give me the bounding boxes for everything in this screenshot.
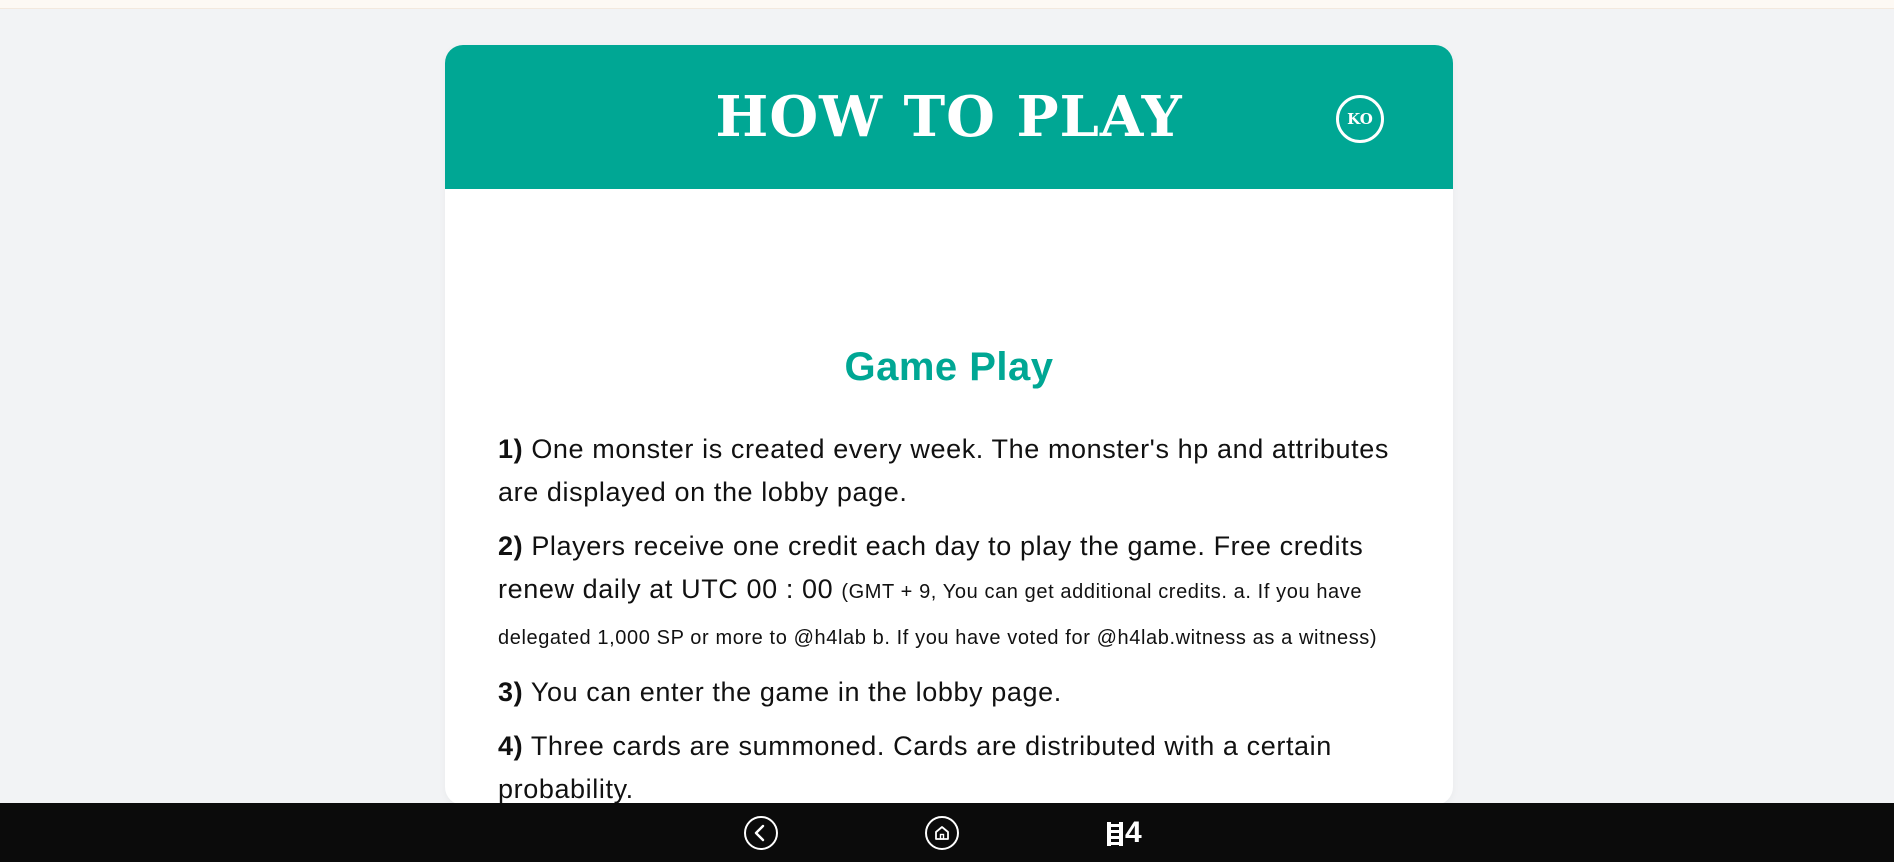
rule-item: 2) Players receive one credit each day t… — [498, 525, 1398, 660]
rule-text: Three cards are summoned. Cards are dist… — [498, 731, 1332, 804]
rule-item: 4) Three cards are summoned. Cards are d… — [498, 725, 1398, 805]
rules-list: 1) One monster is created every week. Th… — [498, 428, 1398, 805]
ladder-icon — [1107, 822, 1123, 847]
page-title: HOW TO PLAY — [715, 84, 1183, 150]
brand-logo[interactable]: 4 — [1105, 815, 1142, 851]
how-to-play-card: HOW TO PLAY KO Game Play 1) One monster … — [445, 45, 1453, 805]
rule-number: 1) — [498, 434, 524, 464]
rule-number: 4) — [498, 731, 524, 761]
card-header: HOW TO PLAY KO — [445, 45, 1453, 189]
rule-item: 3) You can enter the game in the lobby p… — [498, 671, 1398, 714]
rule-text: One monster is created every week. The m… — [498, 434, 1389, 507]
back-button[interactable] — [744, 816, 778, 850]
section-title: Game Play — [844, 345, 1054, 389]
home-icon — [935, 826, 949, 840]
top-strip — [0, 0, 1894, 9]
bottom-navigation-bar: 4 — [0, 803, 1894, 862]
rule-number: 3) — [498, 677, 524, 707]
home-button[interactable] — [925, 816, 959, 850]
rule-text: You can enter the game in the lobby page… — [530, 677, 1062, 707]
brand-logo-text: 4 — [1125, 816, 1142, 849]
rule-item: 1) One monster is created every week. Th… — [498, 428, 1398, 514]
language-toggle-button[interactable]: KO — [1336, 95, 1384, 143]
rule-number: 2) — [498, 531, 524, 561]
chevron-left-icon — [754, 824, 765, 842]
